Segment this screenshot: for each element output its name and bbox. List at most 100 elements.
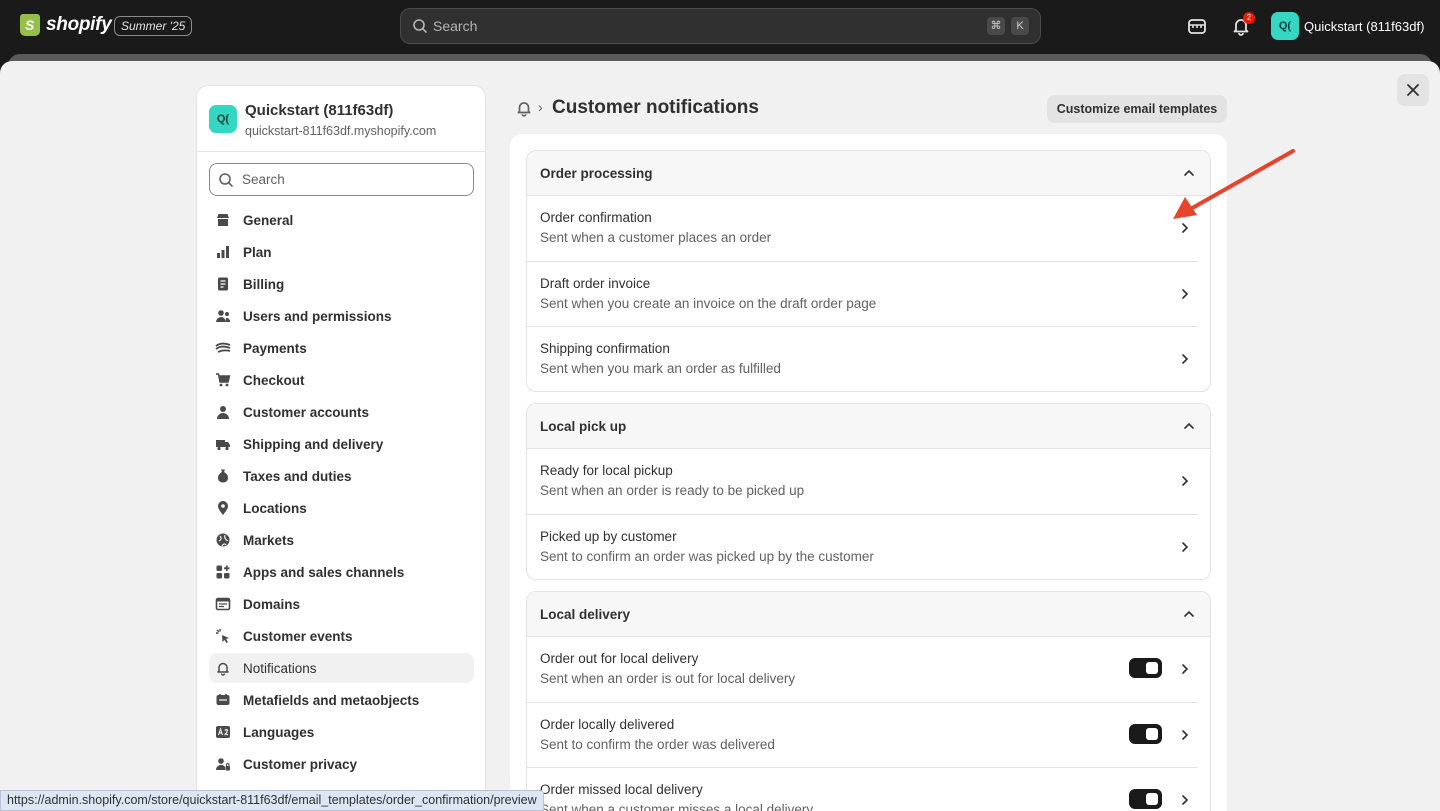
apps-icon <box>215 564 231 580</box>
sidebar-item-languages[interactable]: Languages <box>209 717 474 747</box>
truck-icon <box>215 436 231 452</box>
cart-icon <box>215 372 231 388</box>
breadcrumb-bell-icon[interactable] <box>515 99 533 117</box>
location-icon <box>215 500 231 516</box>
section-title: Local pick up <box>540 419 627 434</box>
list-item[interactable]: Shipping confirmation Sent when you mark… <box>527 326 1198 391</box>
plan-icon <box>215 244 231 260</box>
sidebar-item-domains[interactable]: Domains <box>209 589 474 619</box>
sidebar-item-apps[interactable]: Apps and sales channels <box>209 557 474 587</box>
notifications-panel: Order processing Order confirmation Sent… <box>510 134 1227 811</box>
sidebar-item-label: Plan <box>243 244 272 260</box>
sidebar-item-metafields[interactable]: Metafields and metaobjects <box>209 685 474 715</box>
sidebar-item-billing[interactable]: Billing <box>209 269 474 299</box>
globe-icon <box>215 532 231 548</box>
store-avatar: Q( <box>209 105 237 133</box>
sidebar-item-label: Customer accounts <box>243 404 370 420</box>
sidebar-item-customer-events[interactable]: Customer events <box>209 621 474 651</box>
notification-title: Order missed local delivery <box>540 782 703 797</box>
list-item[interactable]: Order locally delivered Sent to confirm … <box>527 702 1198 767</box>
chevron-right-icon <box>1182 289 1189 299</box>
bell-icon <box>215 660 231 676</box>
store-switch-icon[interactable] <box>1185 14 1209 38</box>
enable-toggle[interactable] <box>1129 658 1162 678</box>
list-item[interactable]: Order out for local delivery Sent when a… <box>527 637 1198 702</box>
sidebar-item-taxes[interactable]: Taxes and duties <box>209 461 474 491</box>
sidebar-item-customer-privacy[interactable]: Customer privacy <box>209 749 474 779</box>
sidebar-item-notifications[interactable]: Notifications <box>209 653 474 683</box>
sidebar-item-label: General <box>243 212 294 228</box>
sidebar-item-payments[interactable]: Payments <box>209 333 474 363</box>
notification-description: Sent to confirm an order was picked up b… <box>540 549 874 564</box>
account-name: Quickstart (811f63df) <box>1304 18 1425 34</box>
chevron-right-icon <box>1182 354 1189 364</box>
billing-icon <box>215 276 231 292</box>
sidebar-item-shipping[interactable]: Shipping and delivery <box>209 429 474 459</box>
list-item[interactable]: Picked up by customer Sent to confirm an… <box>527 514 1198 579</box>
users-icon <box>215 308 231 324</box>
top-bar: shopify Summer '25 Search ⌘ K 2 Q( Quick… <box>0 0 1440 52</box>
store-header[interactable]: Q( Quickstart (811f63df) quickstart-811f… <box>197 86 485 152</box>
settings-sidebar: Q( Quickstart (811f63df) quickstart-811f… <box>196 85 486 811</box>
notification-description: Sent when a customer misses a local deli… <box>540 802 814 811</box>
section-title: Order processing <box>540 166 653 181</box>
search-placeholder: Search <box>433 18 478 34</box>
chevron-right-icon <box>1182 730 1189 740</box>
settings-nav: General Plan Billing Users and permissio… <box>209 205 474 781</box>
sidebar-item-label: Metafields and metaobjects <box>243 692 420 708</box>
payments-icon <box>215 340 231 356</box>
list-item[interactable]: Order missed local delivery Sent when a … <box>527 767 1198 811</box>
section-header[interactable]: Local delivery <box>527 592 1210 637</box>
sidebar-item-label: Markets <box>243 532 295 548</box>
privacy-icon <box>215 756 231 772</box>
chevron-right-icon <box>1182 476 1189 486</box>
close-button[interactable] <box>1397 74 1429 106</box>
list-item[interactable]: Order confirmation Sent when a customer … <box>527 196 1198 261</box>
notification-title: Picked up by customer <box>540 529 677 544</box>
search-placeholder: Search <box>242 172 285 187</box>
notification-description: Sent when a customer places an order <box>540 230 772 245</box>
notification-description: Sent to confirm the order was delivered <box>540 737 775 752</box>
sidebar-item-label: Apps and sales channels <box>243 564 405 580</box>
sidebar-item-plan[interactable]: Plan <box>209 237 474 267</box>
customize-email-templates-button[interactable]: Customize email templates <box>1047 95 1227 123</box>
list-item[interactable]: Ready for local pickup Sent when an orde… <box>527 449 1198 514</box>
sidebar-item-locations[interactable]: Locations <box>209 493 474 523</box>
sidebar-item-label: Languages <box>243 724 315 740</box>
account-menu[interactable]: Q( Quickstart (811f63df) <box>1271 12 1424 40</box>
notification-description: Sent when an order is ready to be picked… <box>540 483 805 498</box>
sidebar-item-label: Billing <box>243 276 285 292</box>
list-item[interactable]: Draft order invoice Sent when you create… <box>527 261 1198 326</box>
sidebar-item-customer-accounts[interactable]: Customer accounts <box>209 397 474 427</box>
sidebar-item-label: Notifications <box>243 660 317 676</box>
notification-description: Sent when you mark an order as fulfilled <box>540 361 781 376</box>
sidebar-item-label: Customer events <box>243 628 353 644</box>
breadcrumb-separator: › <box>538 99 543 115</box>
annotation-arrow-icon <box>1173 149 1295 219</box>
sidebar-item-general[interactable]: General <box>209 205 474 235</box>
sidebar-item-label: Users and permissions <box>243 308 392 324</box>
chevron-up-icon <box>1184 422 1194 429</box>
notification-title: Draft order invoice <box>540 276 651 291</box>
shopify-logo[interactable]: shopify <box>20 14 112 36</box>
section-header[interactable]: Local pick up <box>527 404 1210 449</box>
sidebar-item-users[interactable]: Users and permissions <box>209 301 474 331</box>
enable-toggle[interactable] <box>1129 789 1162 809</box>
settings-search-input[interactable]: Search <box>209 163 474 196</box>
sidebar-item-markets[interactable]: Markets <box>209 525 474 555</box>
enable-toggle[interactable] <box>1129 724 1162 744</box>
metafields-icon <box>215 692 231 708</box>
tax-icon <box>215 468 231 484</box>
notification-title: Ready for local pickup <box>540 463 673 478</box>
edition-badge[interactable]: Summer '25 <box>114 16 193 36</box>
section-header[interactable]: Order processing <box>527 151 1210 196</box>
notification-description: Sent when an order is out for local deli… <box>540 671 796 686</box>
chevron-right-icon <box>1182 664 1189 674</box>
logo-text: shopify <box>46 14 112 35</box>
sidebar-item-label: Locations <box>243 500 307 516</box>
global-search-input[interactable]: Search ⌘ K <box>400 8 1041 44</box>
sidebar-item-checkout[interactable]: Checkout <box>209 365 474 395</box>
shortcut-cmd-key: ⌘ <box>987 17 1005 35</box>
store-name: Quickstart (811f63df) <box>245 102 394 119</box>
sidebar-item-label: Customer privacy <box>243 756 358 772</box>
